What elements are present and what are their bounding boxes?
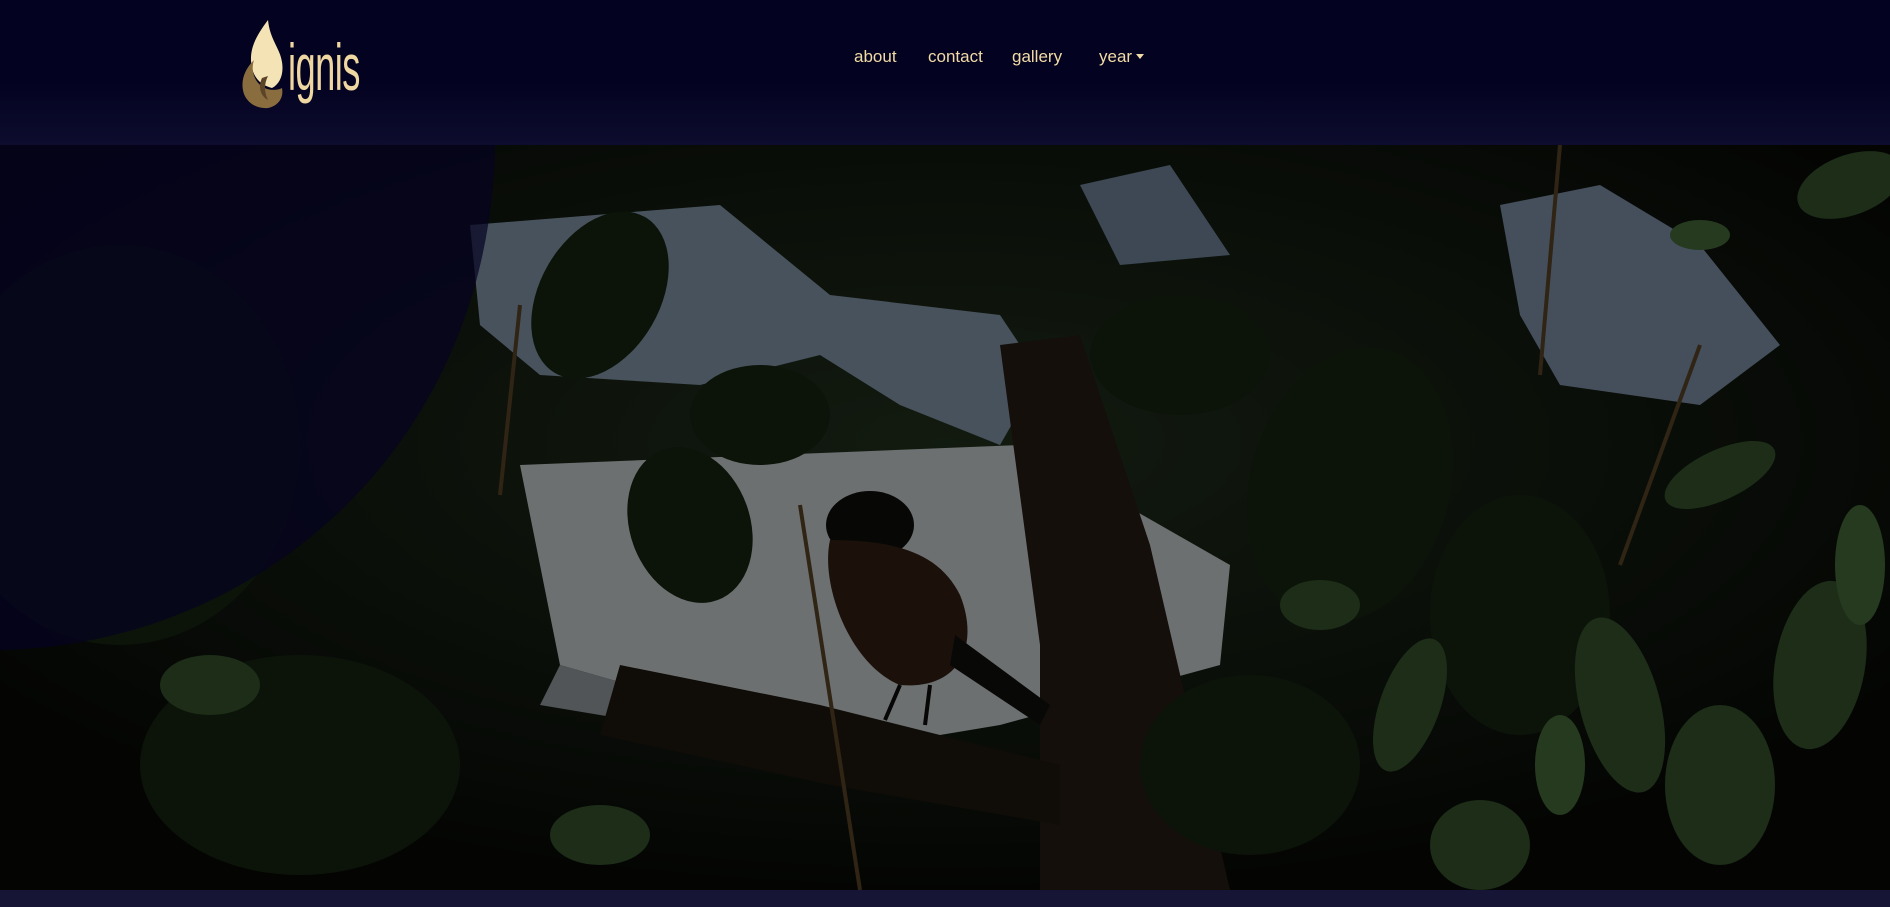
flame-icon xyxy=(242,20,283,109)
bird-in-tree-photo xyxy=(0,145,1890,890)
nav-gallery[interactable]: gallery xyxy=(1012,46,1062,68)
nav-about[interactable]: about xyxy=(854,46,897,68)
logo-wordmark: ignis xyxy=(288,30,360,104)
nav-year-dropdown[interactable]: year xyxy=(1099,46,1145,68)
nav-contact[interactable]: contact xyxy=(928,46,983,68)
footer-strip xyxy=(0,890,1890,907)
caret-down-icon xyxy=(1136,54,1145,59)
nav-year-label: year xyxy=(1099,47,1133,66)
hero-image xyxy=(0,145,1890,890)
site-header: ignis about contact gallery year xyxy=(0,0,1890,145)
site-logo[interactable]: ignis xyxy=(238,18,360,110)
